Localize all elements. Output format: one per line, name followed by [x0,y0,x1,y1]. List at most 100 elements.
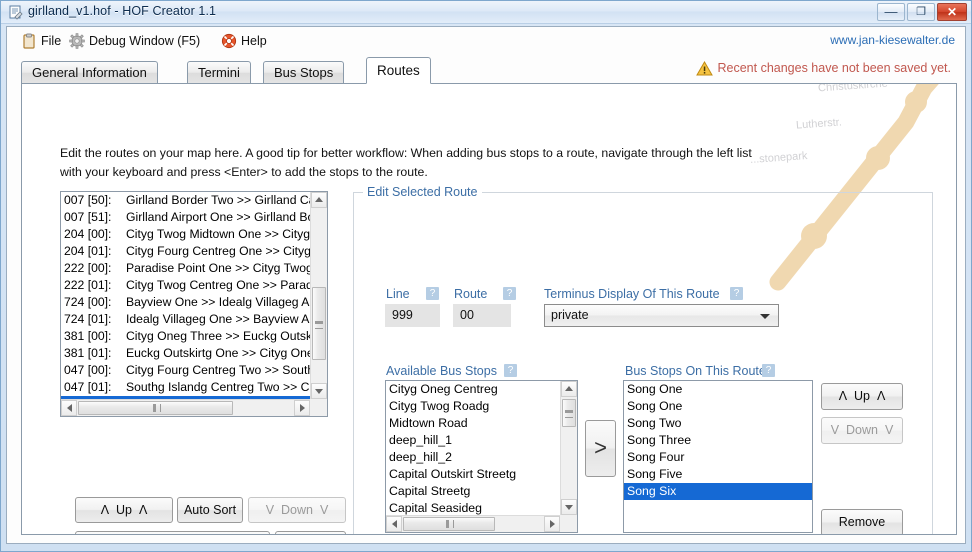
list-item[interactable]: Song Four [624,449,812,466]
table-row[interactable]: 007 [50]: Girlland Border Two >> Girlland… [61,192,310,209]
list-item-selected[interactable]: Song Six [624,483,812,500]
close-button[interactable]: ✕ [937,3,967,21]
add-new-route-button[interactable]: Add New [75,531,270,534]
route-number: 204 [00]: [64,227,112,241]
scroll-left-arrow-icon[interactable] [61,400,77,416]
available-horizontal-scrollbar[interactable] [386,515,560,532]
bus-stops-on-route-help-icon[interactable]: ? [762,364,775,377]
list-item[interactable]: Song Five [624,466,812,483]
move-stop-up-label: Up [854,389,870,403]
scrollbar-thumb[interactable] [562,399,576,427]
move-stop-down-label: Down [846,423,878,437]
table-row[interactable]: 204 [01]: Cityg Fourg Centreg One >> City… [61,243,310,260]
routes-vertical-scrollbar[interactable] [310,192,327,399]
chevron-down-icon [760,314,770,319]
routes-listbox-items[interactable]: 007 [50]: Girlland Border Two >> Girlland… [61,192,310,399]
available-vertical-scrollbar[interactable] [560,381,577,515]
maximize-button[interactable]: ❐ [907,3,935,21]
route-number: 222 [01]: [64,278,112,292]
scroll-down-arrow-icon[interactable] [311,383,327,399]
table-row[interactable]: 381 [01]: Euckg Outskirtg One >> Cityg On… [61,345,310,362]
scroll-up-arrow-icon[interactable] [561,381,577,397]
available-bus-stops-items[interactable]: Cityg Oneg Centreg Cityg Twog Roadg Midt… [386,381,560,515]
move-stop-down-button[interactable]: V Down V [821,417,903,444]
scroll-up-arrow-icon[interactable] [311,192,327,208]
table-row[interactable]: 724 [00]: Bayview One >> Idealg Villageg … [61,294,310,311]
route-description: Cityg Fourg Centreg One >> Cityg T [126,244,310,258]
list-item[interactable]: deep_hill_1 [386,432,560,449]
route-value-field[interactable]: 00 [453,304,511,327]
table-row[interactable]: 381 [00]: Cityg Oneg Three >> Euckg Outsk… [61,328,310,345]
maximize-icon: ❐ [916,6,926,18]
bus-stops-on-route-listbox[interactable]: Song One Song One Song Two Song Three So… [623,380,813,533]
route-number: 381 [01]: [64,346,112,360]
bus-stops-on-route-items[interactable]: Song One Song One Song Two Song Three So… [624,381,812,532]
tab-termini[interactable]: Termini [187,61,251,83]
table-row[interactable]: 222 [00]: Paradise Point One >> Cityg Two… [61,260,310,277]
table-row[interactable]: 724 [01]: Idealg Villageg One >> Bayview … [61,311,310,328]
scrollbar-corner [560,515,577,532]
route-label: Route [454,287,488,301]
remove-route-button[interactable]: Remove [275,531,346,534]
table-row[interactable]: 047 [01]: Southg Islandg Centreg Two >> C… [61,379,310,396]
route-description: Euckg Outskirtg One >> Cityg Oneg [126,346,310,360]
list-item[interactable]: Capital Seasideg [386,500,560,515]
website-link[interactable]: www.jan-kiesewalter.de [830,33,955,47]
minimize-button[interactable]: — [877,3,905,21]
table-row[interactable]: 047 [00]: Cityg Fourg Centreg Two >> Sout… [61,362,310,379]
tab-bus-stops[interactable]: Bus Stops [263,61,345,83]
list-item[interactable]: Song Two [624,415,812,432]
remove-stop-button[interactable]: Remove [821,509,903,534]
up-arrow-icon: Λ [138,503,148,517]
line-label: Line [386,287,410,301]
menu-item-debug-window[interactable]: Debug Window (F5) [69,31,200,51]
available-bus-stops-help-icon[interactable]: ? [504,364,517,377]
add-stop-to-route-button[interactable]: > [585,420,616,477]
line-value-field[interactable]: 999 [385,304,440,327]
scroll-down-arrow-icon[interactable] [561,499,577,515]
close-icon: ✕ [946,5,958,19]
table-row[interactable]: 007 [51]: Girlland Airport One >> Girllan… [61,209,310,226]
list-item[interactable]: Capital Outskirt Streetg [386,466,560,483]
auto-sort-button[interactable]: Auto Sort [177,497,243,523]
table-row[interactable]: 222 [01]: Cityg Twog Centreg One >> Parad… [61,277,310,294]
route-description: Girlland Border Two >> Girlland Ca [126,193,310,207]
down-arrow-icon: V [319,503,329,517]
scroll-right-arrow-icon[interactable] [544,516,560,532]
scrollbar-thumb[interactable] [78,401,233,415]
line-help-icon[interactable]: ? [426,287,439,300]
scrollbar-thumb[interactable] [403,517,495,531]
terminus-display-select[interactable]: private [544,304,779,327]
list-item[interactable]: Song One [624,381,812,398]
routes-horizontal-scrollbar[interactable] [61,399,310,416]
route-number: 381 [00]: [64,329,112,343]
move-route-up-button[interactable]: Λ Up Λ [75,497,173,523]
tab-general-information[interactable]: General Information [21,61,158,83]
scroll-left-arrow-icon[interactable] [386,516,402,532]
list-item[interactable]: deep_hill_2 [386,449,560,466]
route-description: Cityg Twog Midtown One >> Cityg F [126,227,310,241]
list-item[interactable]: Midtown Road [386,415,560,432]
list-item[interactable]: Capital Streetg [386,483,560,500]
list-item[interactable]: Cityg Twog Roadg [386,398,560,415]
move-route-down-label: Down [281,503,313,517]
scroll-right-arrow-icon[interactable] [294,400,310,416]
move-stop-up-button[interactable]: Λ Up Λ [821,383,903,410]
menu-item-file[interactable]: File [21,31,61,51]
list-item[interactable]: Song Three [624,432,812,449]
watermark-label-lutherstr: Lutherstr. [795,116,843,132]
down-arrow-icon: V [830,423,840,437]
route-description: Girlland Airport One >> Girlland Bo [126,210,310,224]
menu-item-help[interactable]: Help [221,31,267,51]
table-row[interactable]: 204 [00]: Cityg Twog Midtown One >> Cityg… [61,226,310,243]
list-item[interactable]: Song One [624,398,812,415]
route-description: Cityg Fourg Centreg Two >> Southg [126,363,310,377]
routes-listbox[interactable]: 007 [50]: Girlland Border Two >> Girlland… [60,191,328,417]
route-help-icon[interactable]: ? [503,287,516,300]
terminus-help-icon[interactable]: ? [730,287,743,300]
list-item[interactable]: Cityg Oneg Centreg [386,381,560,398]
scrollbar-thumb[interactable] [312,287,326,360]
move-route-down-button[interactable]: V Down V [248,497,346,523]
tab-routes[interactable]: Routes [366,57,431,84]
available-bus-stops-listbox[interactable]: Cityg Oneg Centreg Cityg Twog Roadg Midt… [385,380,578,533]
